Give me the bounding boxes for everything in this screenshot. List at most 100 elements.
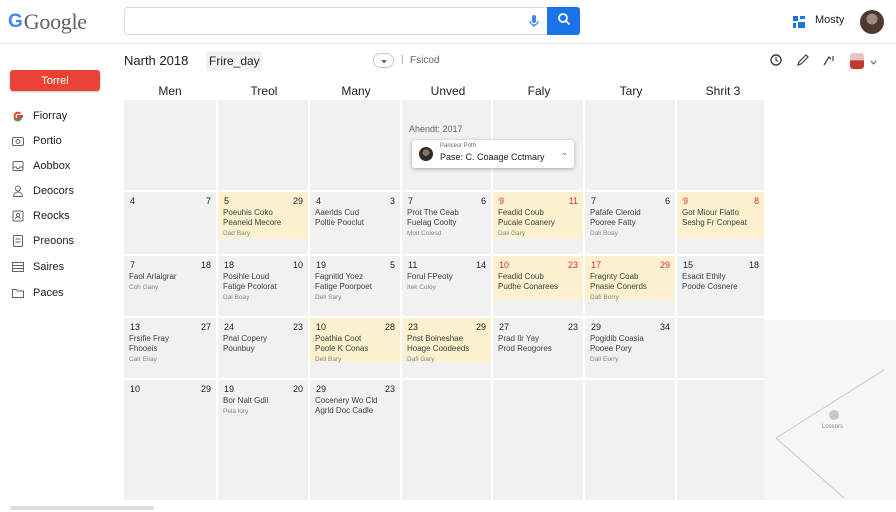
date-number[interactable]: 8 [754, 196, 759, 206]
day-cell[interactable]: 4 3 Aaerlds Cud Poltie Pooclut [310, 192, 400, 254]
day-cell[interactable] [677, 100, 764, 190]
date-number[interactable]: 18 [749, 260, 759, 270]
day-cell[interactable] [124, 100, 216, 190]
event-title[interactable]: Cocenery Wo Cld [315, 396, 378, 406]
search-input[interactable] [133, 12, 513, 30]
day-cell[interactable]: 17 29 Fragnty Coab Pnasie Conerds Dafi Borry [585, 256, 675, 316]
date-number[interactable]: 18 [201, 260, 211, 270]
date-number[interactable]: 15 [683, 260, 693, 270]
date-number[interactable]: 5 [224, 196, 229, 206]
date-number[interactable]: 10 [130, 384, 140, 394]
day-cell[interactable]: 10 23 Feadid Coub Pudhe Conarees [493, 256, 583, 316]
date-number[interactable]: 6 [481, 196, 486, 206]
event-title[interactable]: Hoage Coodeeds [407, 344, 469, 354]
day-cell[interactable] [493, 380, 583, 500]
event-title[interactable]: Feadid Coub [498, 208, 544, 218]
day-cell[interactable]: 24 23 Pnal Copery Pounbuy [218, 318, 308, 378]
date-number[interactable]: 17 [591, 260, 601, 270]
date-number[interactable]: 34 [660, 322, 670, 332]
day-cell[interactable] [585, 100, 675, 190]
event-title[interactable]: Esacit Ethily [682, 272, 726, 282]
filter-label[interactable]: Fsicod [410, 55, 439, 66]
date-number[interactable]: 20 [293, 384, 303, 394]
day-cell[interactable]: 19 5 Fagnitid Yoez Fatige Poorpoet Dell Sary [310, 256, 400, 316]
date-number[interactable]: 23 [408, 322, 418, 332]
pen-share-icon[interactable] [822, 52, 838, 68]
day-cell[interactable]: 27 23 Prad Ilr Yay Prod Reogores [493, 318, 583, 378]
date-number[interactable]: 11 [569, 196, 578, 206]
event-title[interactable]: Fhooeis [129, 344, 157, 354]
event-title[interactable]: Got Miour Flatlo [682, 208, 739, 218]
date-number[interactable]: 4 [316, 196, 321, 206]
event-title[interactable]: Faol Arlaigrar [129, 272, 177, 282]
event-title[interactable]: Agrld Doc Cadle [315, 406, 373, 416]
avatar[interactable] [860, 10, 884, 34]
event-title[interactable]: Seshg Fr Conpeat [682, 218, 747, 228]
date-number[interactable]: 7 [408, 196, 413, 206]
search-button[interactable] [547, 7, 580, 35]
event-title[interactable]: Fatige Poorpoet [315, 282, 372, 292]
google-logo[interactable]: G Google [8, 9, 87, 34]
event-title[interactable]: Peaneid Mecore [223, 218, 281, 228]
day-cell[interactable]: 7 18 Faol Arlaigrar Coh Gany [124, 256, 216, 316]
user-name[interactable]: Mosty [815, 14, 844, 26]
date-number[interactable]: 7 [206, 196, 211, 206]
day-cell[interactable] [310, 100, 400, 190]
sidebar-item-aobbox[interactable]: Aobbox [10, 157, 70, 175]
account-switcher[interactable] [850, 51, 882, 71]
event-title[interactable]: Poole K Conas [315, 344, 368, 354]
event-title[interactable]: Fatige Pcolorat [223, 282, 277, 292]
apps-icon[interactable] [791, 14, 807, 30]
event-title[interactable]: Pogidib Coasia [590, 334, 644, 344]
date-number[interactable]: 29 [660, 260, 670, 270]
date-number[interactable]: 18 [224, 260, 234, 270]
create-button[interactable]: Torrel [10, 70, 100, 91]
day-cell[interactable] [677, 318, 764, 378]
sidebar-item-fiorray[interactable]: Fiorray [10, 107, 67, 125]
date-number[interactable]: 23 [385, 384, 395, 394]
day-cell[interactable]: 7 6 Prot The Ceab Fuelag Coolty Moit Colesd [402, 192, 491, 254]
date-number[interactable]: 9 [683, 196, 688, 206]
date-number[interactable]: 29 [201, 384, 211, 394]
day-cell[interactable]: 18 10 Posihle Loud Fatige Pcolorat Dal Boay [218, 256, 308, 316]
view-selector[interactable]: Frire_day [206, 51, 262, 71]
date-number[interactable]: 10 [316, 322, 326, 332]
day-cell[interactable] [402, 380, 491, 500]
date-number[interactable]: 10 [499, 260, 509, 270]
view-dropdown-button[interactable] [373, 53, 394, 68]
day-cell[interactable]: 11 14 Forul FPeoty Itek Coloy [402, 256, 491, 316]
sync-icon[interactable] [768, 52, 784, 68]
sidebar-item-portio[interactable]: Portio [10, 132, 62, 150]
event-title[interactable]: Prot The Ceab [407, 208, 459, 218]
sidebar-item-reocks[interactable]: Reocks [10, 207, 70, 225]
event-title[interactable]: Aaerlds Cud [315, 208, 359, 218]
date-number[interactable]: 14 [476, 260, 486, 270]
date-number[interactable]: 7 [591, 196, 596, 206]
event-title[interactable]: Poode Cosnere [682, 282, 738, 292]
event-title[interactable]: Fragnty Coab [590, 272, 638, 282]
date-number[interactable]: 29 [293, 196, 303, 206]
date-number[interactable]: 23 [293, 322, 303, 332]
date-number[interactable]: 19 [224, 384, 234, 394]
day-cell[interactable] [677, 380, 764, 500]
day-cell[interactable]: 9 8 Got Miour Flatlo Seshg Fr Conpeat [677, 192, 764, 254]
event-title[interactable]: Pnst Boineshae [407, 334, 463, 344]
chevron-down-icon[interactable]: ⌄ [561, 148, 568, 157]
pencil-icon[interactable] [795, 52, 811, 68]
day-cell[interactable]: 7 6 Pafafe Cleroid Pooree Fatty Dali Boay [585, 192, 675, 254]
sidebar-item-deocors[interactable]: Deocors [10, 182, 74, 200]
sidebar-item-preoons[interactable]: Preoons [10, 232, 74, 250]
sidebar-item-saires[interactable]: Saires [10, 258, 64, 276]
event-title[interactable]: Pooee Pory [590, 344, 632, 354]
day-cell[interactable]: 19 20 Bor Nalt Gdil Pela lory [218, 380, 308, 500]
sidebar-item-paces[interactable]: Paces [10, 284, 64, 302]
event-title[interactable]: Fuelag Coolty [407, 218, 456, 228]
date-number[interactable]: 10 [293, 260, 303, 270]
date-number[interactable]: 23 [568, 260, 578, 270]
event-title[interactable]: Pnasie Conerds [590, 282, 647, 292]
date-number[interactable]: 27 [499, 322, 509, 332]
day-cell[interactable] [218, 100, 308, 190]
date-number[interactable]: 9 [499, 196, 504, 206]
event-title[interactable]: Poeuhis Coko [223, 208, 273, 218]
date-number[interactable]: 23 [568, 322, 578, 332]
